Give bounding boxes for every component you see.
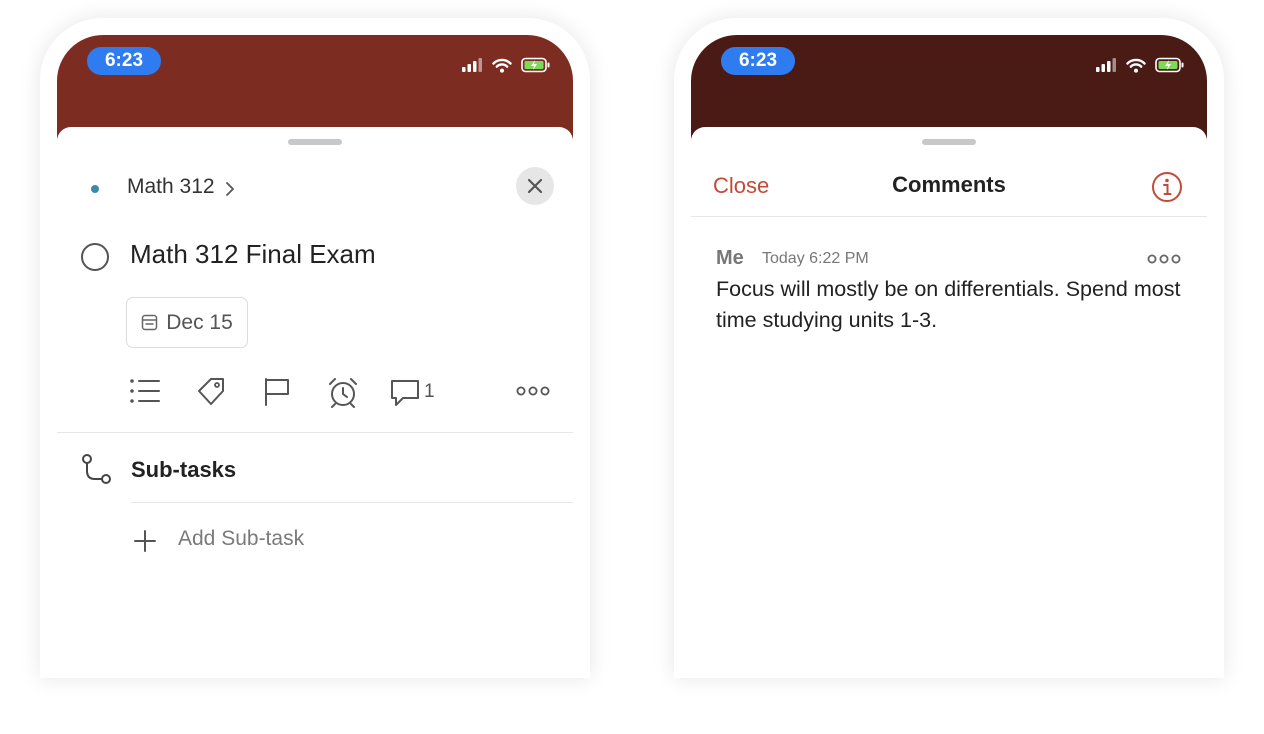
subtasks-heading: Sub-tasks (131, 457, 237, 482)
project-color-dot (91, 185, 99, 193)
tag-icon[interactable] (195, 377, 227, 407)
project-breadcrumb[interactable]: Math 312 (127, 175, 215, 199)
plus-icon[interactable] (133, 529, 157, 553)
header-divider (691, 216, 1207, 217)
list-icon[interactable] (129, 377, 161, 405)
sheet-grabber[interactable] (288, 139, 342, 145)
comments-sheet: Comments Close Me Today 6:22 PM Focus wi… (691, 127, 1207, 678)
task-sheet: Math 312 Math 312 Final Exam Dec 15 1 Su… (57, 127, 573, 678)
signal-icon (1096, 58, 1116, 72)
comment-author: Me (716, 247, 744, 269)
close-button[interactable] (516, 167, 554, 205)
close-button[interactable]: Close (713, 173, 769, 199)
status-time: 6:23 (721, 47, 795, 75)
comment-timestamp: Today 6:22 PM (762, 250, 869, 267)
status-time: 6:23 (87, 47, 161, 75)
task-complete-checkbox[interactable] (81, 243, 109, 271)
more-icon[interactable] (1147, 253, 1181, 265)
alarm-icon[interactable] (327, 377, 359, 409)
signal-icon (462, 58, 482, 72)
close-icon (527, 178, 543, 194)
status-icons (1095, 57, 1185, 73)
add-subtask-button[interactable]: Add Sub-task (178, 527, 304, 551)
task-title[interactable]: Math 312 Final Exam (130, 239, 376, 270)
battery-icon (521, 57, 550, 73)
sheet-grabber[interactable] (922, 139, 976, 145)
status-icons (461, 57, 551, 73)
due-date-label: Dec 15 (166, 310, 233, 334)
comment-icon[interactable] (389, 377, 421, 409)
more-icon[interactable] (516, 385, 550, 397)
comments-phone: 6:23 Comments Close Me Today 6:22 PM Foc… (674, 18, 1224, 678)
section-divider (57, 432, 573, 433)
battery-icon (1155, 57, 1184, 73)
calendar-icon (141, 314, 158, 331)
comment-count: 1 (424, 381, 435, 402)
info-icon[interactable] (1151, 171, 1183, 203)
subtasks-divider (131, 502, 573, 503)
due-date-chip[interactable]: Dec 15 (126, 297, 248, 348)
comment-body: Focus will mostly be on differentials. S… (716, 277, 1181, 332)
subtask-icon (82, 454, 111, 484)
flag-icon[interactable] (262, 377, 292, 407)
task-detail-screen: 6:23 Math 312 Math 312 Final Exam Dec 15… (57, 35, 573, 678)
wifi-icon (492, 58, 512, 73)
comments-screen: 6:23 Comments Close Me Today 6:22 PM Foc… (691, 35, 1207, 678)
wifi-icon (1126, 58, 1146, 73)
task-detail-phone: 6:23 Math 312 Math 312 Final Exam Dec 15… (40, 18, 590, 678)
chevron-right-icon (226, 182, 234, 196)
